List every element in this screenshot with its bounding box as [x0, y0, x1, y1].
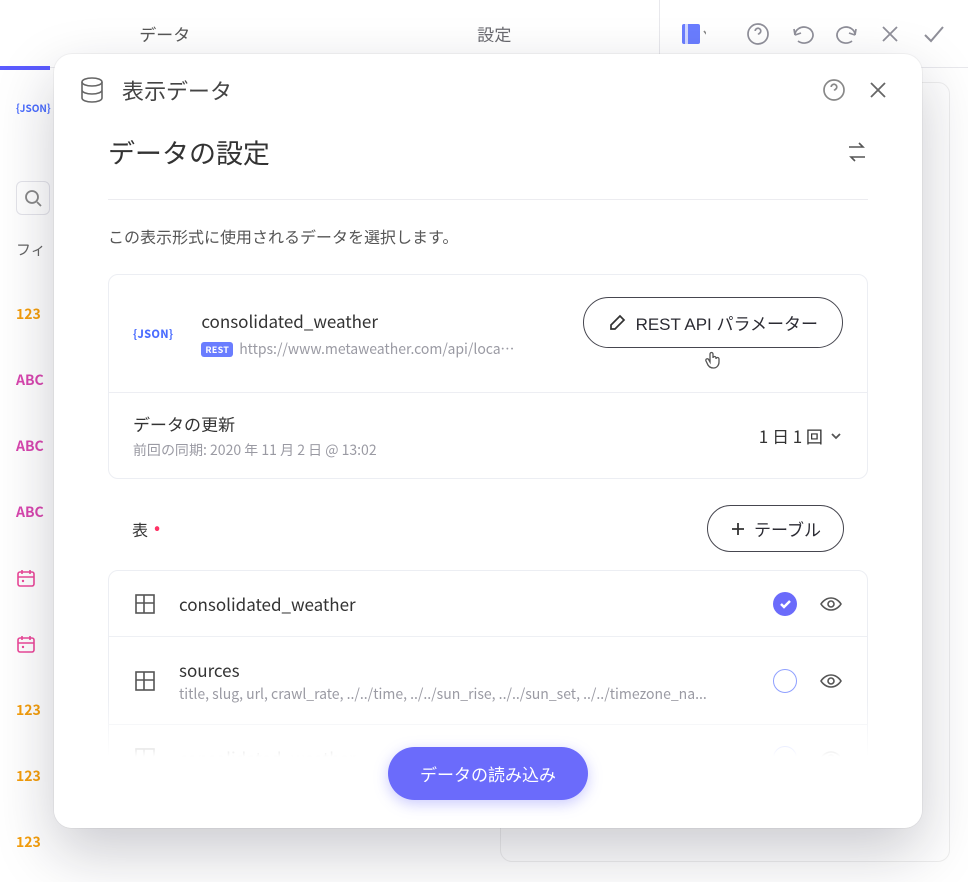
add-table-button[interactable]: テーブル	[707, 505, 844, 552]
table-select-radio[interactable]	[773, 669, 797, 693]
refresh-row[interactable]: データの更新 前回の同期: 2020 年 11 月 2 日 @ 13:02 1 …	[109, 393, 867, 478]
datasource-url: https://www.metaweather.com/api/location…	[239, 339, 519, 359]
help-icon[interactable]	[746, 22, 770, 46]
table-list: consolidated_weather sources title, slug…	[108, 570, 868, 777]
visibility-icon[interactable]	[819, 671, 843, 691]
redo-icon[interactable]	[834, 22, 858, 46]
table-name: consolidated_weather	[179, 591, 751, 616]
close-icon[interactable]	[878, 22, 902, 46]
modal-close-icon[interactable]	[864, 76, 892, 104]
rest-api-params-label: REST API パラメーター	[636, 310, 818, 335]
cursor-hand-icon	[704, 350, 722, 370]
refresh-frequency-label: 1 日 1 回	[759, 423, 823, 448]
modal-title: 表示データ	[122, 74, 804, 106]
table-select-radio[interactable]	[773, 746, 797, 770]
undo-icon[interactable]	[790, 22, 814, 46]
rest-badge: REST	[201, 342, 233, 357]
modal: 表示データ データの設定 この表示形式に使用されるデータを選択します。 {JSO…	[54, 54, 922, 828]
tables-label: 表	[132, 517, 148, 541]
modal-titlebar: 表示データ	[54, 54, 922, 124]
section-title: データの設定	[108, 132, 846, 171]
add-table-label: テーブル	[754, 516, 821, 541]
table-row[interactable]: sources title, slug, url, crawl_rate, ..…	[109, 636, 867, 724]
database-icon	[78, 76, 106, 104]
search-input[interactable]	[16, 181, 50, 215]
table-icon	[133, 592, 157, 616]
section-description: この表示形式に使用されるデータを選択します。	[108, 224, 868, 248]
view-dropdown-icon[interactable]	[682, 22, 706, 46]
datasource-card: {JSON} consolidated_weather REST https:/…	[108, 274, 868, 479]
tab-data-label: データ	[139, 21, 190, 46]
table-icon	[133, 669, 157, 693]
swap-icon[interactable]	[846, 140, 868, 164]
tab-accent	[0, 66, 50, 70]
load-data-button[interactable]: データの読み込み	[388, 747, 588, 800]
visibility-icon[interactable]	[819, 594, 843, 614]
json-icon: {JSON}	[133, 326, 173, 342]
modal-body: データの設定 この表示形式に使用されるデータを選択します。 {JSON} con…	[54, 124, 922, 828]
visibility-icon[interactable]	[819, 748, 843, 768]
datasource-name: consolidated_weather	[201, 308, 582, 333]
table-columns: title, slug, url, crawl_rate, ../../time…	[179, 684, 751, 704]
refresh-label: データの更新	[133, 411, 759, 436]
tab-settings-label: 設定	[477, 21, 511, 46]
table-row[interactable]: consolidated_weather	[109, 571, 867, 636]
rest-api-params-button[interactable]: REST API パラメーター	[583, 297, 843, 348]
table-icon	[133, 746, 157, 770]
modal-help-icon[interactable]	[820, 76, 848, 104]
confirm-icon[interactable]	[922, 22, 946, 46]
refresh-frequency-dropdown[interactable]: 1 日 1 回	[759, 423, 843, 448]
table-name: sources	[179, 657, 751, 682]
refresh-last-sync: 前回の同期: 2020 年 11 月 2 日 @ 13:02	[133, 440, 759, 460]
table-select-radio[interactable]	[773, 592, 797, 616]
load-data-label: データの読み込み	[420, 766, 556, 785]
